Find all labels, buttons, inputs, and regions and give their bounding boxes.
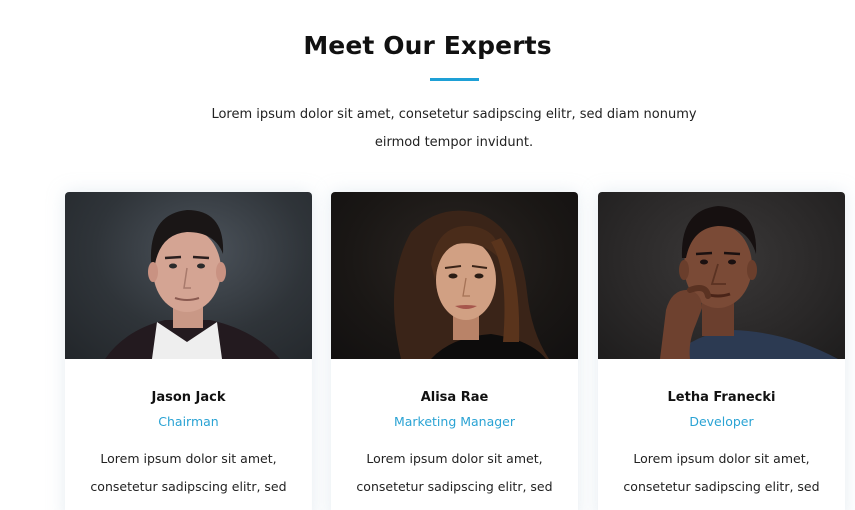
expert-photo xyxy=(65,192,312,359)
section-title: Meet Our Experts xyxy=(303,31,552,60)
expert-bio: Lorem ipsum dolor sit amet, consetetur s… xyxy=(356,451,553,494)
expert-role: Marketing Manager xyxy=(393,414,516,429)
expert-card[interactable]: Jason Jack Chairman Lorem ipsum dolor si… xyxy=(65,192,312,510)
expert-card[interactable]: Letha Franecki Developer Lorem ipsum dol… xyxy=(598,192,845,510)
expert-name: Letha Franecki xyxy=(667,390,776,405)
expert-name: Jason Jack xyxy=(151,390,226,405)
expert-photo xyxy=(331,192,578,359)
expert-role: Developer xyxy=(689,414,754,429)
expert-role: Chairman xyxy=(158,414,219,429)
section-intro: Lorem ipsum dolor sit amet, consetetur s… xyxy=(211,107,697,150)
title-underline xyxy=(430,78,479,81)
expert-photo xyxy=(598,192,845,359)
expert-card[interactable]: Alisa Rae Marketing Manager Lorem ipsum … xyxy=(331,192,578,510)
expert-bio: Lorem ipsum dolor sit amet, consetetur s… xyxy=(90,451,287,494)
expert-bio: Lorem ipsum dolor sit amet, consetetur s… xyxy=(623,451,820,494)
expert-name: Alisa Rae xyxy=(420,390,489,405)
